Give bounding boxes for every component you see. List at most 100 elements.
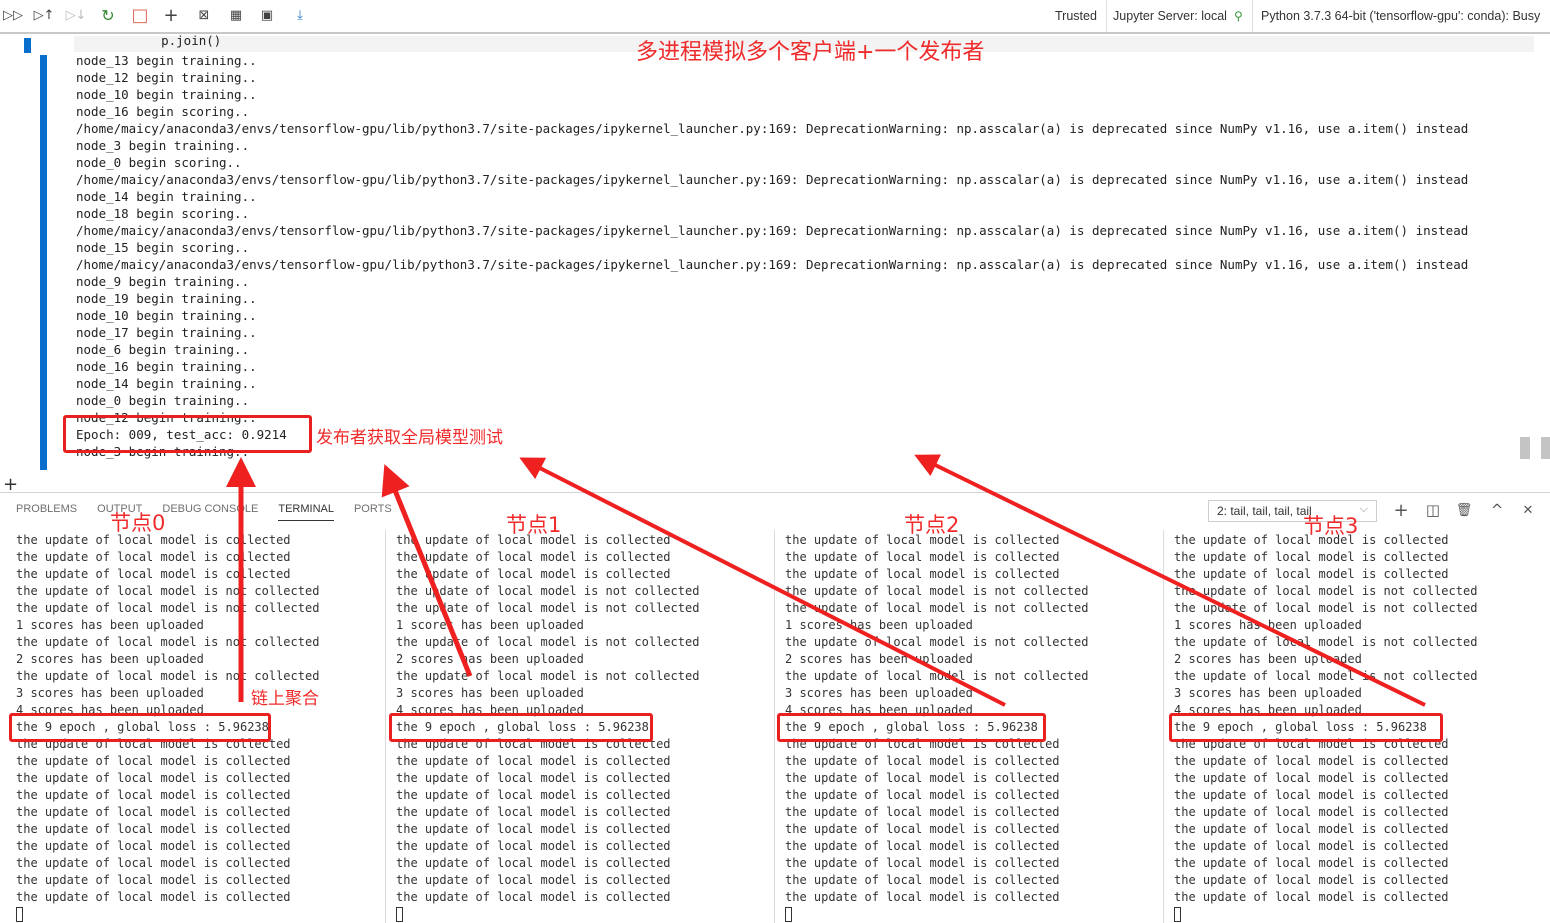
terminal-line: 3 scores has been uploaded	[1174, 686, 1362, 700]
annotation-node0: 节点0	[110, 511, 166, 535]
terminal-line: the update of local model is not collect…	[785, 635, 1089, 649]
terminal-line: 1 scores has been uploaded	[785, 618, 973, 632]
save-icon[interactable]: ▣	[257, 5, 277, 25]
cell-selection-bar[interactable]	[24, 38, 31, 53]
terminal-line: the update of local model is not collect…	[785, 669, 1089, 683]
annotation-box-global-loss	[777, 713, 1046, 742]
output-line: /home/maicy/anaconda3/envs/tensorflow-gp…	[76, 223, 1469, 238]
terminal-line: the update of local model is collected	[16, 567, 291, 581]
output-line: node_14 begin training..	[76, 376, 257, 391]
terminal-cursor	[16, 906, 319, 923]
tab-problems[interactable]: PROBLEMS	[16, 503, 77, 521]
export-icon[interactable]: ⤓	[290, 5, 310, 25]
variables-icon[interactable]: ▦	[226, 5, 246, 25]
terminal-line: the update of local model is not collect…	[396, 635, 700, 649]
terminal-cursor	[785, 906, 1088, 923]
terminal-line: the update of local model is not collect…	[1174, 669, 1478, 683]
split-terminal-icon[interactable]: ◫	[1423, 500, 1443, 520]
terminal-line: the update of local model is collected	[16, 890, 291, 904]
output-line: node_16 begin training..	[76, 359, 257, 374]
tab-debug-console[interactable]: DEBUG CONSOLE	[162, 503, 258, 521]
terminal-line: the update of local model is not collect…	[16, 635, 320, 649]
add-cell-icon[interactable]: +	[161, 5, 181, 26]
annotation-node2: 节点2	[904, 513, 960, 537]
output-line: node_0 begin training..	[76, 393, 250, 408]
annotation-box-global-loss	[1169, 713, 1443, 742]
new-terminal-icon[interactable]: +	[1391, 500, 1411, 521]
output-line: node_16 begin scoring..	[76, 104, 250, 119]
terminal-line: 1 scores has been uploaded	[396, 618, 584, 632]
output-line: node_10 begin training..	[76, 87, 257, 102]
terminal-line: the update of local model is not collect…	[16, 584, 320, 598]
annotation-box-global-loss	[389, 713, 653, 742]
terminal-line: the update of local model is collected	[1174, 822, 1449, 836]
output-line: node_12 begin training..	[76, 70, 257, 85]
terminal-line: the update of local model is collected	[16, 771, 291, 785]
terminal-line: the update of local model is collected	[1174, 771, 1449, 785]
terminal-line: the update of local model is collected	[396, 550, 671, 564]
terminal-line: the update of local model is collected	[396, 873, 671, 887]
annotation-box-test-acc	[63, 415, 312, 453]
terminal-line: 2 scores has been uploaded	[785, 652, 973, 666]
output-scrollbar-thumb[interactable]	[1541, 437, 1550, 459]
terminal-line: the update of local model is collected	[1174, 873, 1449, 887]
kill-terminal-icon[interactable]: 🗑	[1454, 500, 1474, 520]
terminal-line: the update of local model is collected	[396, 805, 671, 819]
terminal-split-divider[interactable]	[385, 530, 386, 923]
output-line: node_0 begin scoring..	[76, 155, 242, 170]
clear-outputs-icon[interactable]: ⊠	[194, 5, 214, 25]
terminal-line: 3 scores has been uploaded	[396, 686, 584, 700]
interrupt-kernel-icon[interactable]: □	[130, 5, 150, 26]
output-collapse-bar[interactable]	[40, 55, 47, 470]
terminal-line: the update of local model is collected	[16, 873, 291, 887]
close-panel-icon[interactable]: ✕	[1518, 500, 1538, 520]
cursor-block	[16, 907, 23, 922]
terminal-line: the update of local model is not collect…	[16, 601, 320, 615]
tab-ports[interactable]: PORTS	[354, 503, 392, 521]
run-above-icon[interactable]: ▷↑	[34, 5, 55, 25]
run-below-icon[interactable]: ▷↓	[66, 5, 87, 25]
terminal-line: the update of local model is collected	[785, 856, 1060, 870]
terminal-line: the update of local model is not collect…	[1174, 601, 1478, 615]
notebook-toolbar: ▷▷ ▷↑ ▷↓ ↻ □ + ⊠ ▦ ▣ ⤓ Trusted Jupyter S…	[0, 0, 1550, 34]
terminal-line: the update of local model is collected	[396, 754, 671, 768]
jupyter-server-label: Jupyter Server: local	[1113, 9, 1227, 23]
status-divider	[1106, 0, 1107, 32]
terminal-line: the update of local model is not collect…	[1174, 584, 1478, 598]
terminal-split-divider[interactable]	[774, 530, 775, 923]
annotation-box-global-loss	[9, 713, 271, 742]
terminal-line: the update of local model is collected	[1174, 805, 1449, 819]
terminal-line: the update of local model is collected	[396, 567, 671, 581]
run-all-icon[interactable]: ▷▷	[3, 5, 23, 25]
terminal-line: the update of local model is collected	[396, 890, 671, 904]
chevron-down-icon: ⌵	[1359, 503, 1368, 515]
terminal-line: the update of local model is collected	[785, 839, 1060, 853]
output-line: /home/maicy/anaconda3/envs/tensorflow-gp…	[76, 257, 1469, 272]
terminal-line: the update of local model is collected	[1174, 839, 1449, 853]
jupyter-server-status[interactable]: Jupyter Server: local ⚲	[1113, 0, 1243, 32]
output-scrollbar-thumb[interactable]	[1520, 437, 1530, 459]
terminal-line: the update of local model is collected	[16, 822, 291, 836]
terminal-line: the update of local model is collected	[1174, 788, 1449, 802]
output-line: /home/maicy/anaconda3/envs/tensorflow-gp…	[76, 172, 1469, 187]
connected-icon: ⚲	[1233, 9, 1243, 23]
terminal-line: the update of local model is collected	[16, 550, 291, 564]
terminal-line: the update of local model is collected	[396, 856, 671, 870]
restart-kernel-icon[interactable]: ↻	[98, 5, 118, 25]
tab-terminal[interactable]: TERMINAL	[278, 503, 334, 521]
annotation-title: 多进程模拟多个客户端+一个发布者	[636, 40, 985, 65]
terminal-cursor	[396, 906, 699, 923]
terminal-line: the update of local model is collected	[785, 890, 1060, 904]
terminal-line: the update of local model is collected	[785, 822, 1060, 836]
terminal-line: the update of local model is collected	[1174, 890, 1449, 904]
maximize-panel-icon[interactable]: ^	[1487, 500, 1507, 520]
cursor-block	[1174, 907, 1181, 922]
cell-output: node_13 begin training.. node_12 begin tr…	[76, 52, 1468, 460]
kernel-status[interactable]: Python 3.7.3 64-bit ('tensorflow-gpu': c…	[1261, 0, 1540, 32]
terminal-line: the update of local model is collected	[16, 533, 291, 547]
terminal-split-divider[interactable]	[1163, 530, 1164, 923]
terminal-line: the update of local model is not collect…	[1174, 635, 1478, 649]
terminal-line: 3 scores has been uploaded	[785, 686, 973, 700]
cursor-block	[396, 907, 403, 922]
trusted-status[interactable]: Trusted	[1055, 0, 1097, 32]
